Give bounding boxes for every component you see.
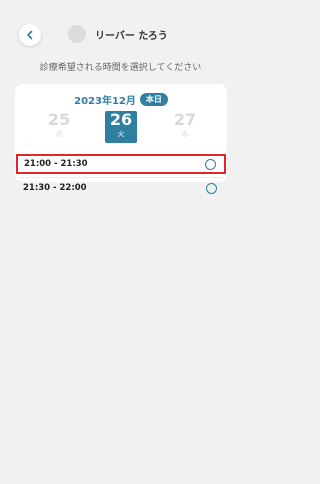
day-26[interactable]: 26 火 [105, 111, 137, 143]
slot-time-label: 21:00 - 21:30 [24, 159, 88, 169]
day-number: 26 [109, 110, 133, 129]
day-weekday: 月 [55, 130, 63, 138]
day-number: 25 [47, 110, 71, 129]
avatar [68, 25, 86, 43]
instruction-text: 診療希望される時間を選択してください [39, 63, 202, 73]
day-25[interactable]: 25 月 [43, 111, 75, 143]
radio-circle-icon[interactable] [205, 158, 216, 170]
day-weekday: 水 [181, 130, 189, 138]
header: リーバー たろう [0, 0, 241, 60]
date-header: 2023年12月 本日 [15, 92, 227, 107]
chevron-left-icon [27, 30, 33, 40]
slot-time-label: 21:30 - 22:00 [23, 183, 87, 193]
radio-circle-icon[interactable] [206, 182, 217, 194]
day-weekday: 火 [117, 130, 125, 138]
day-27[interactable]: 27 水 [169, 111, 201, 143]
day-number: 27 [173, 110, 197, 129]
time-slot-2130[interactable]: 21:30 - 22:00 [17, 178, 225, 198]
year-month-label: 2023年12月 [74, 96, 136, 107]
today-button[interactable]: 本日 [139, 93, 168, 106]
time-slot-2100[interactable]: 21:00 - 21:30 [16, 154, 226, 174]
back-button[interactable] [19, 24, 41, 46]
user-name: リーバー たろう [95, 31, 168, 42]
